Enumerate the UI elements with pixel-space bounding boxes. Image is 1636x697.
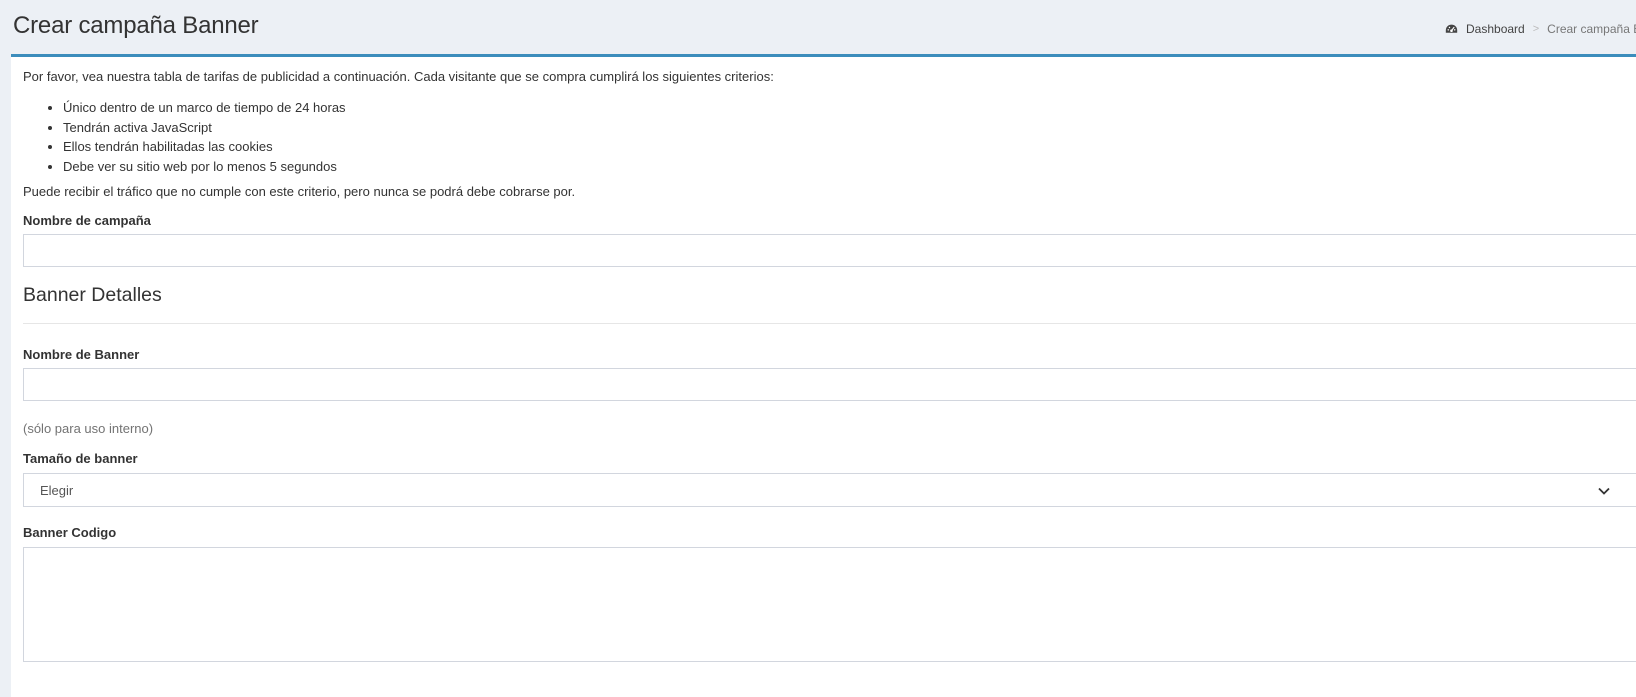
- breadcrumb-current: Crear campaña Banner: [1547, 22, 1636, 36]
- content-header: Crear campaña Banner Dashboard > Crear c…: [0, 0, 1636, 56]
- intro-text: Por favor, vea nuestra tabla de tarifas …: [23, 69, 774, 84]
- banner-size-selected: Elegir: [40, 483, 74, 498]
- list-item: Ellos tendrán habilitadas las cookies: [63, 137, 346, 157]
- campaign-name-label: Nombre de campaña: [23, 213, 151, 228]
- list-item: Tendrán activa JavaScript: [63, 118, 346, 138]
- banner-details-heading: Banner Detalles: [23, 284, 162, 306]
- banner-size-label: Tamaño de banner: [23, 451, 138, 466]
- banner-code-textarea[interactable]: [23, 547, 1636, 662]
- banner-name-input[interactable]: [23, 368, 1636, 401]
- breadcrumb: Dashboard > Crear campaña Banner: [1445, 22, 1636, 36]
- breadcrumb-dashboard-link[interactable]: Dashboard: [1466, 22, 1525, 36]
- page-title: Crear campaña Banner: [13, 12, 259, 39]
- section-divider: [23, 323, 1636, 324]
- campaign-name-input[interactable]: [23, 234, 1636, 267]
- breadcrumb-separator: >: [1532, 23, 1540, 35]
- list-item: Único dentro de un marco de tiempo de 24…: [63, 98, 346, 118]
- banner-code-label: Banner Codigo: [23, 525, 117, 540]
- banner-name-help: (sólo para uso interno): [23, 421, 154, 436]
- banner-size-select[interactable]: Elegir: [23, 473, 1636, 507]
- chevron-down-icon: [1598, 487, 1610, 495]
- criteria-list: Único dentro de un marco de tiempo de 24…: [23, 98, 346, 176]
- banner-name-label: Nombre de Banner: [23, 347, 140, 362]
- list-item: Debe ver su sitio web por lo menos 5 seg…: [63, 157, 346, 177]
- traffic-note: Puede recibir el tráfico que no cumple c…: [23, 184, 576, 199]
- dashboard-icon[interactable]: [1445, 23, 1458, 36]
